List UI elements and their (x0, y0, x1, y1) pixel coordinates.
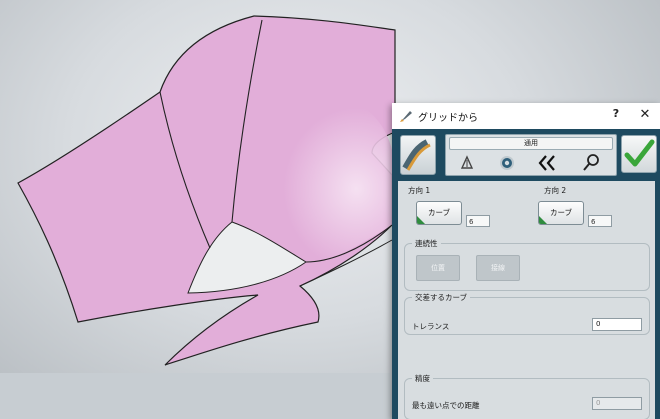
gear-icon[interactable] (496, 152, 518, 172)
double-chevron-left-icon[interactable] (536, 152, 558, 172)
tangent-button[interactable]: 接線 (476, 255, 520, 281)
direction1-count[interactable]: 6 (466, 215, 490, 227)
close-button[interactable]: ✕ (638, 107, 652, 123)
draft-triangle-icon[interactable] (456, 152, 478, 172)
direction1-label: 方向 1 (408, 186, 431, 195)
help-button[interactable]: ? (609, 107, 623, 123)
corner-indicator (417, 216, 425, 224)
dialog-title: グリッドから (418, 113, 478, 124)
accuracy-title: 精度 (412, 373, 433, 384)
mode-selector[interactable]: 通用 (445, 134, 617, 176)
mode-dropdown[interactable]: 通用 (449, 137, 613, 150)
farthest-distance-label: 最も遠い点での距離 (412, 401, 480, 410)
dialog-body: 通用 方向 1 カーブ 6 方向 2 カーブ 6 連続性 位置 接線 交差するカ… (392, 129, 660, 419)
magnifier-icon[interactable] (580, 152, 602, 172)
intersect-curves-title: 交差するカーブ (412, 292, 471, 303)
tolerance-label: トレランス (412, 322, 450, 331)
direction2-count[interactable]: 6 (588, 215, 612, 227)
from-grid-dialog[interactable]: グリッドから ? ✕ 通用 方向 1 カーブ 6 方向 2 カーブ 6 連続性 … (392, 103, 660, 419)
direction2-label: 方向 2 (544, 186, 567, 195)
brush-icon (398, 108, 414, 124)
tolerance-input[interactable]: 0 (592, 318, 642, 331)
dialog-titlebar[interactable]: グリッドから ? ✕ (392, 103, 660, 129)
position-button[interactable]: 位置 (416, 255, 460, 281)
ok-button[interactable] (621, 135, 657, 173)
options-panel: 方向 1 カーブ 6 方向 2 カーブ 6 連続性 位置 接線 交差するカーブ … (398, 181, 655, 419)
direction2-curve-button[interactable]: カーブ (538, 201, 584, 225)
farthest-distance-value: 0 (592, 397, 642, 410)
corner-indicator (539, 216, 547, 224)
direction2-curve-button-label: カーブ (549, 208, 573, 217)
continuity-title: 連続性 (412, 238, 441, 249)
viewport-bottom-bar (0, 373, 390, 419)
checkmark-icon (624, 139, 655, 167)
direction1-curve-button[interactable]: カーブ (416, 201, 462, 225)
surface-tool-icon[interactable] (400, 135, 436, 175)
direction1-curve-button-label: カーブ (427, 208, 451, 217)
